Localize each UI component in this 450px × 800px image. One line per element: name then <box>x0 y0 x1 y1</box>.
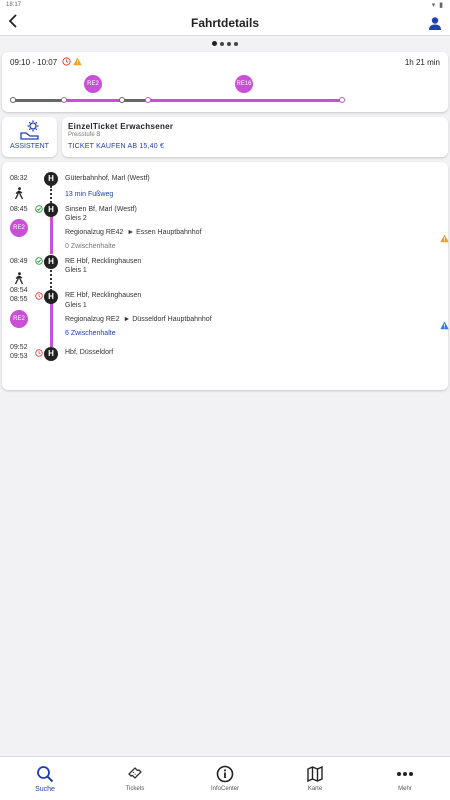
route-segment-re2 <box>64 99 122 102</box>
nav-infocenter[interactable]: InfoCenter <box>180 757 270 800</box>
stop-name[interactable]: Hbf, Düsseldorf <box>65 349 113 356</box>
intermediate-stops-link[interactable]: 6 Zwischenhalte <box>65 330 116 337</box>
nav-tickets-label: Tickets <box>125 786 145 792</box>
stop-time: 08:32 <box>10 175 28 182</box>
delay-clock-icon <box>35 292 43 300</box>
stop-name[interactable]: RE Hbf, Recklinghausen <box>65 292 141 299</box>
buy-ticket-link[interactable]: TICKET KAUFEN AB 15,40 € <box>68 143 164 150</box>
trip-overview-card[interactable]: 09:10 - 10:07 1h 21 min RE2 RE16 <box>2 52 448 112</box>
status-bar: 18:17 ▾ ▮ <box>0 0 450 10</box>
user-icon <box>429 17 441 30</box>
page-indicator <box>0 41 450 46</box>
on-time-check-icon <box>35 205 43 213</box>
stop-name[interactable]: RE Hbf, Recklinghausen <box>65 258 141 265</box>
route-stop-dot <box>119 97 125 103</box>
stop-name[interactable]: Güterbahnhof, Marl (Westf) <box>65 175 150 182</box>
leg-line-re42 <box>50 216 53 254</box>
bottom-navigation: Suche Tickets InfoCenter Karte Mehr <box>0 756 450 800</box>
stop-platform: Gleis 2 <box>65 215 87 222</box>
stop-marker-icon: H <box>44 172 58 186</box>
stop-arrival-time: 09:52 <box>10 344 28 351</box>
page-dot-active[interactable] <box>212 41 217 46</box>
route-stop-dot <box>339 97 345 103</box>
stop-marker-icon: H <box>44 255 58 269</box>
stop-arrival-time: 08:54 <box>10 287 28 294</box>
ticket-card[interactable]: EinzelTicket Erwachsener Preisstufe B TI… <box>62 117 448 157</box>
journey-details-card: 08:32 H Güterbahnhof, Marl (Westf) 13 mi… <box>2 162 449 390</box>
stop-marker-icon: H <box>44 347 58 361</box>
stop-name[interactable]: Sinsen Bf, Marl (Westf) <box>65 206 137 213</box>
leg-line-name: Regionalzug RE42 ► Essen Hauptbahnhof <box>65 229 202 236</box>
nav-more[interactable]: Mehr <box>360 757 450 800</box>
leg-line-label: Regionalzug RE42 <box>65 229 124 236</box>
route-stop-dot <box>61 97 67 103</box>
map-icon <box>307 765 323 783</box>
stop-platform: Gleis 1 <box>65 302 87 309</box>
stop-departure-time: 08:55 <box>10 296 28 303</box>
info-warning-icon[interactable] <box>440 321 449 330</box>
page-title: Fahrtdetails <box>190 16 259 30</box>
stop-marker-icon: H <box>44 290 58 304</box>
ticket-name: EinzelTicket Erwachsener <box>68 122 174 131</box>
walking-icon <box>14 187 24 200</box>
nav-more-label: Mehr <box>398 786 412 792</box>
on-time-check-icon <box>35 257 43 265</box>
intermediate-stops: 0 Zwischenhalte <box>65 243 116 250</box>
status-time: 18:17 <box>6 2 22 8</box>
user-button[interactable] <box>428 16 442 30</box>
line-badge-re2: RE2 <box>10 219 28 237</box>
leg-direction: ► Düsseldorf Hauptbahnhof <box>123 316 212 323</box>
ticket-icon <box>128 767 142 779</box>
route-stop-dot <box>10 97 16 103</box>
line-badge-re2: RE2 <box>84 75 102 93</box>
page-dot[interactable] <box>234 42 238 46</box>
page-dot[interactable] <box>227 42 231 46</box>
leg-line-label: Regionalzug RE2 <box>65 316 120 323</box>
leg-line-re2 <box>50 302 53 347</box>
nav-search-label: Suche <box>35 786 55 793</box>
status-icons: ▾ ▮ <box>431 2 444 9</box>
line-badge-re2: RE2 <box>10 310 28 328</box>
nav-tickets[interactable]: Tickets <box>90 757 180 800</box>
search-icon <box>37 766 54 783</box>
ticket-price-level: Preisstufe B <box>68 132 101 138</box>
leg-direction: ► Essen Hauptbahnhof <box>127 229 202 236</box>
nav-search[interactable]: Suche <box>0 757 90 800</box>
nav-map-label: Karte <box>307 786 323 792</box>
transfer-connector <box>50 267 52 291</box>
line-badge-re16: RE16 <box>235 75 253 93</box>
leg-line-name: Regionalzug RE2 ► Düsseldorf Hauptbahnho… <box>65 316 212 323</box>
walk-connector <box>50 186 52 203</box>
stop-platform: Gleis 1 <box>65 267 87 274</box>
assistant-button[interactable]: ASSISTENT <box>2 117 57 157</box>
walk-duration-link[interactable]: 13 min Fußweg <box>65 191 113 198</box>
assistant-gear-icon <box>20 120 39 140</box>
more-icon <box>397 772 413 776</box>
trip-duration: 1h 21 min <box>404 58 440 67</box>
route-walk-segment <box>12 99 64 102</box>
delay-clock-icon <box>62 57 71 66</box>
page-dot[interactable] <box>220 42 224 46</box>
walking-icon <box>14 272 24 285</box>
warning-icon[interactable] <box>440 234 449 243</box>
delay-clock-icon <box>35 349 43 357</box>
warning-icon <box>73 57 82 66</box>
nav-map[interactable]: Karte <box>270 757 360 800</box>
stop-marker-icon: H <box>44 203 58 217</box>
nav-infocenter-label: InfoCenter <box>210 786 240 792</box>
route-stop-dot <box>145 97 151 103</box>
stop-time: 08:49 <box>10 258 28 265</box>
stop-departure-time: 09:53 <box>10 353 28 360</box>
route-segment-re16 <box>148 99 342 102</box>
trip-times: 09:10 - 10:07 <box>10 58 58 67</box>
info-icon <box>216 765 234 783</box>
assistant-label: ASSISTENT <box>10 143 49 150</box>
stop-time: 08:45 <box>10 206 28 213</box>
app-header: Fahrtdetails <box>0 10 450 36</box>
